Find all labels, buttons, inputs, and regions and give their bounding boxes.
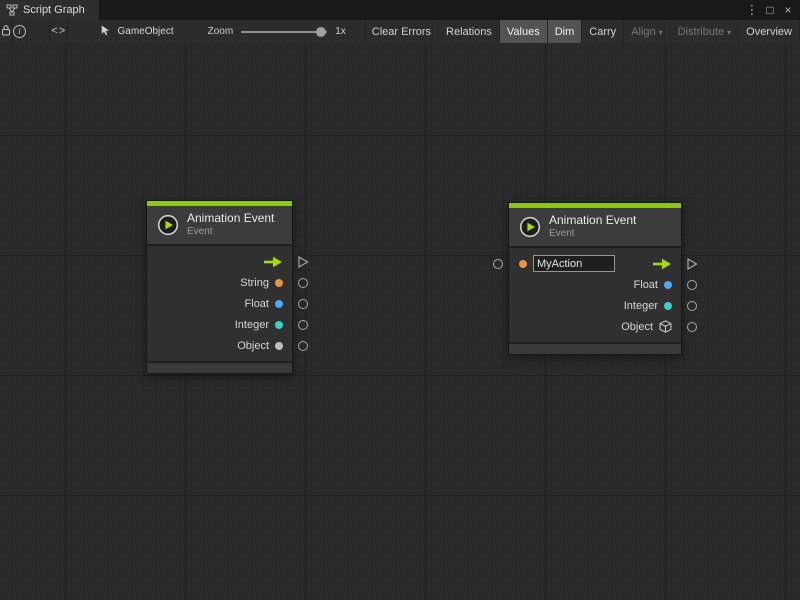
node-header[interactable]: Animation Event Event — [509, 208, 681, 246]
chevron-down-icon: ▾ — [727, 28, 731, 37]
overview-button[interactable]: Overview — [738, 20, 800, 43]
action-name-field[interactable] — [533, 255, 615, 272]
dim-toggle[interactable]: Dim — [547, 20, 582, 43]
tab-script-graph[interactable]: Script Graph — [0, 0, 100, 20]
clear-errors-button[interactable]: Clear Errors — [364, 20, 438, 43]
event-play-icon — [157, 214, 179, 236]
target-gameobject[interactable]: GameObject — [100, 20, 173, 43]
output-row-object: Object — [147, 335, 292, 356]
string-output-port[interactable] — [298, 278, 308, 288]
action-input-port[interactable] — [493, 259, 503, 269]
node-animation-event-1[interactable]: Animation Event Event — [146, 200, 293, 374]
output-row-integer: Integer — [147, 314, 292, 335]
flow-output-row — [147, 251, 292, 272]
flow-output-port[interactable] — [298, 255, 309, 268]
chevron-down-icon: ▾ — [659, 28, 663, 37]
port-label: Object — [237, 340, 269, 352]
object-output-port[interactable] — [298, 341, 308, 351]
info-icon: i — [13, 25, 26, 38]
graph-toolbar: i <> GameObject Zoom 1x Clear Errors Rel… — [0, 20, 800, 44]
zoom-slider-handle[interactable] — [316, 27, 326, 37]
maximize-icon[interactable]: □ — [762, 2, 778, 18]
node-titles: Animation Event Event — [187, 212, 274, 237]
integer-output-port[interactable] — [298, 320, 308, 330]
node-subtitle: Event — [549, 228, 636, 240]
node-animation-event-2[interactable]: Animation Event Event — [508, 202, 682, 355]
output-row-float: Float — [509, 274, 681, 295]
lock-icon — [0, 24, 12, 40]
node-titles: Animation Event Event — [549, 214, 636, 239]
zoom-control: Zoom 1x — [208, 20, 346, 43]
port-label: Float — [245, 298, 269, 310]
graph-canvas[interactable]: Animation Event Event — [0, 43, 800, 600]
action-input-row — [509, 253, 681, 274]
zoom-label: Zoom — [208, 26, 234, 37]
carry-toggle[interactable]: Carry — [581, 20, 623, 43]
close-icon[interactable]: × — [780, 2, 796, 18]
port-label: Integer — [624, 300, 658, 312]
node-footer — [147, 363, 292, 373]
port-label: Object — [621, 321, 653, 333]
zoom-value: 1x — [335, 26, 346, 37]
output-row-object: Object — [509, 316, 681, 337]
event-play-icon — [519, 216, 541, 238]
zoom-slider[interactable] — [241, 31, 327, 33]
integer-type-dot — [664, 302, 672, 310]
node-footer — [509, 344, 681, 354]
port-label: Float — [634, 279, 658, 291]
float-output-port[interactable] — [298, 299, 308, 309]
output-row-integer: Integer — [509, 295, 681, 316]
object-type-dot — [275, 342, 283, 350]
toolbar-buttons: Clear Errors Relations Values Dim Carry … — [364, 20, 800, 43]
integer-type-dot — [275, 321, 283, 329]
port-label: String — [240, 277, 269, 289]
cube-icon — [659, 320, 672, 333]
float-type-dot — [664, 281, 672, 289]
distribute-label: Distribute — [678, 26, 724, 38]
flow-output-port[interactable] — [687, 257, 698, 270]
flow-arrow-icon — [652, 258, 672, 270]
align-dropdown[interactable]: Align ▾ — [623, 20, 669, 43]
values-toggle[interactable]: Values — [499, 20, 547, 43]
tab-title: Script Graph — [23, 4, 85, 16]
window-tab-bar: Script Graph ⋮ □ × — [0, 0, 800, 21]
relations-button[interactable]: Relations — [438, 20, 499, 43]
distribute-dropdown[interactable]: Distribute ▾ — [670, 20, 738, 43]
output-row-float: Float — [147, 293, 292, 314]
node-subtitle: Event — [187, 226, 274, 238]
string-type-dot — [519, 260, 527, 268]
graph-icon — [6, 4, 18, 16]
target-label: GameObject — [117, 26, 173, 37]
lock-button[interactable] — [0, 20, 13, 43]
cursor-icon — [100, 24, 112, 40]
code-view-button[interactable]: <> — [49, 20, 68, 43]
float-type-dot — [275, 300, 283, 308]
node-header[interactable]: Animation Event Event — [147, 206, 292, 244]
object-output-port[interactable] — [687, 322, 697, 332]
port-label: Integer — [235, 319, 269, 331]
integer-output-port[interactable] — [687, 301, 697, 311]
node-body: Float Integer Object — [509, 248, 681, 342]
inspector-button[interactable]: i — [13, 20, 27, 43]
float-output-port[interactable] — [687, 280, 697, 290]
align-label: Align — [631, 26, 655, 38]
output-row-string: String — [147, 272, 292, 293]
window-menu-icon[interactable]: ⋮ — [744, 2, 760, 18]
script-graph-window: Script Graph ⋮ □ × i <> — [0, 0, 800, 600]
node-title: Animation Event — [187, 212, 274, 226]
node-title: Animation Event — [549, 214, 636, 228]
window-controls: ⋮ □ × — [744, 0, 800, 20]
string-type-dot — [275, 279, 283, 287]
node-body: String Float Integer Object — [147, 246, 292, 361]
flow-arrow-icon — [263, 256, 283, 268]
